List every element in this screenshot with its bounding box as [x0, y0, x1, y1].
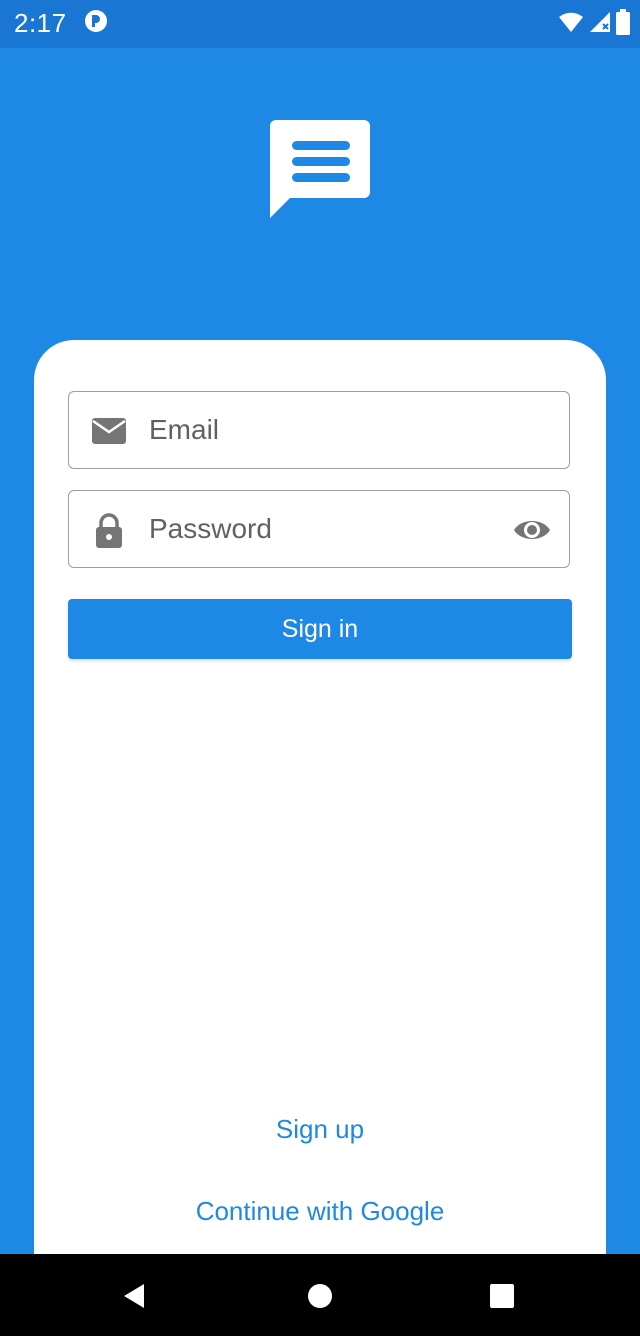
status-bar: 2:17	[0, 0, 640, 48]
password-input[interactable]	[149, 491, 489, 567]
signal-icon	[590, 12, 610, 32]
eye-icon[interactable]	[513, 513, 551, 547]
status-icons	[558, 8, 630, 36]
back-icon[interactable]	[120, 1282, 148, 1310]
login-card: Sign in Sign up Continue with Google	[34, 340, 606, 1254]
app-notification-icon	[85, 10, 107, 32]
home-icon[interactable]	[306, 1282, 334, 1310]
battery-icon	[616, 9, 630, 35]
chat-bubble-icon	[270, 120, 370, 218]
wifi-icon	[559, 12, 583, 33]
lock-icon	[96, 513, 122, 548]
email-field	[68, 391, 570, 469]
navigation-bar	[0, 1254, 640, 1336]
status-time: 2:17	[14, 8, 67, 38]
sign-in-button[interactable]: Sign in	[68, 599, 572, 659]
sign-up-link[interactable]: Sign up	[34, 1114, 606, 1145]
password-field	[68, 490, 570, 568]
mail-icon	[92, 418, 126, 444]
continue-with-google-link[interactable]: Continue with Google	[34, 1196, 606, 1227]
email-input[interactable]	[149, 392, 489, 468]
recents-icon[interactable]	[488, 1282, 516, 1310]
